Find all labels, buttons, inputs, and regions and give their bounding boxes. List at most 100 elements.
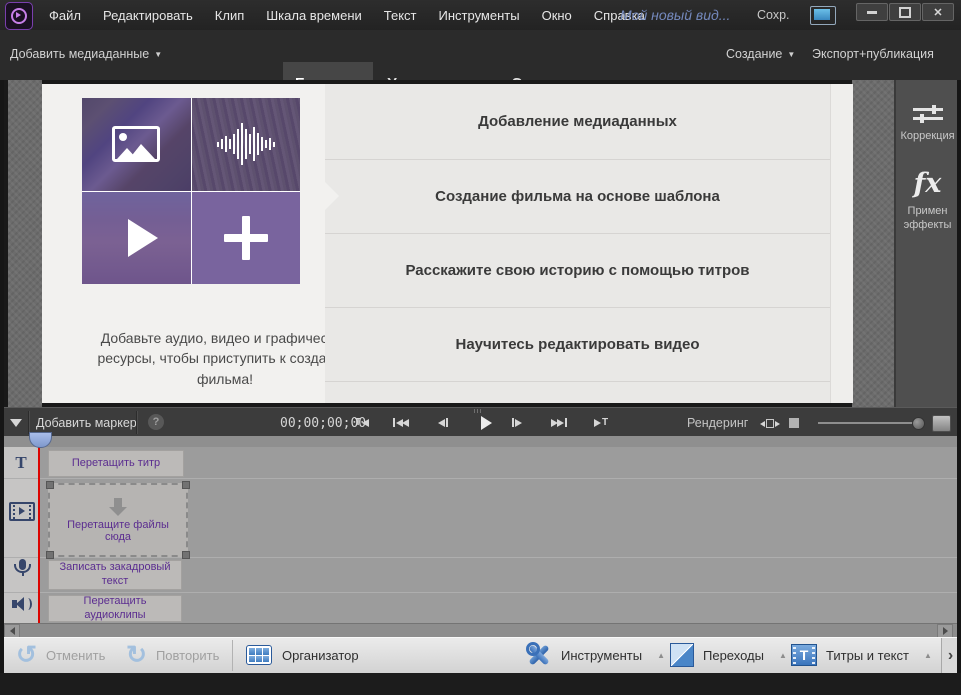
panel-edge-texture-right xyxy=(852,80,894,407)
redo-icon: ↻ xyxy=(126,645,147,665)
menu-edit[interactable]: Редактировать xyxy=(102,8,194,23)
timeline-scrollbar[interactable] xyxy=(4,623,957,638)
fx-icon: fx xyxy=(896,168,959,199)
audio-tile xyxy=(192,98,301,191)
go-to-out-marker-button[interactable]: T xyxy=(594,418,608,427)
menu-window[interactable]: Окно xyxy=(541,8,573,23)
list-item-add-media[interactable]: Добавление медиаданных xyxy=(325,84,830,160)
adjust-sliders-icon xyxy=(913,108,943,120)
document-title: Мой новый вид... xyxy=(620,7,730,23)
redo-button[interactable]: ↻ Повторить xyxy=(126,638,219,672)
list-item-learn-editing[interactable]: Научитесь редактировать видео xyxy=(325,308,830,382)
sidebar-item-effects[interactable]: fx Примен эффекты xyxy=(896,168,959,233)
undo-button[interactable]: ↺ Отменить xyxy=(16,638,105,672)
mode-toolbar: Добавить медиаданные ▼ Быстрое Управляем… xyxy=(0,30,961,82)
timeline-tracks: T Перетащить титр Перетащите файл xyxy=(4,447,957,623)
timeline-toolbar: Добавить маркер ? 00;00;00;00 T T Рендер… xyxy=(0,407,961,437)
step-back-button[interactable] xyxy=(438,418,448,427)
video-track-dropzone[interactable]: Перетащите файлы сюда xyxy=(48,483,188,557)
narration-track-hint[interactable]: Записать закадровый текст xyxy=(48,560,182,590)
menu-text[interactable]: Текст xyxy=(383,8,418,23)
video-tile xyxy=(82,192,191,285)
close-button[interactable]: ✕ xyxy=(922,3,954,21)
drop-arrow-icon xyxy=(109,498,127,516)
menu-clip[interactable]: Клип xyxy=(214,8,245,23)
getting-started-list: Добавление медиаданных Создание фильма н… xyxy=(325,84,830,403)
window-frame-left xyxy=(0,80,4,673)
title-track-hint[interactable]: Перетащить титр xyxy=(48,450,184,477)
menu-tools[interactable]: Инструменты xyxy=(438,8,521,23)
microphone-icon[interactable] xyxy=(14,559,31,576)
organizer-button[interactable]: Организатор xyxy=(246,638,359,672)
chevron-up-icon: ▲ xyxy=(924,651,932,660)
tools-icon xyxy=(526,642,552,668)
title-track-icon[interactable]: T xyxy=(4,453,38,473)
premiere-elements-window: Файл Редактировать Клип Шкала времени Те… xyxy=(0,0,961,695)
organizer-icon xyxy=(246,645,272,665)
playhead-line xyxy=(38,447,40,623)
chevron-up-icon: ▲ xyxy=(779,651,787,660)
zoom-fit-icon[interactable] xyxy=(760,419,780,428)
panel-grip[interactable] xyxy=(474,409,481,413)
go-to-in-marker-button[interactable]: T xyxy=(355,418,369,427)
zoom-square-icon[interactable] xyxy=(789,418,799,428)
menu-timeline[interactable]: Шкала времени xyxy=(265,8,363,23)
render-button[interactable]: Рендеринг xyxy=(687,416,748,430)
zoom-slider-handle[interactable] xyxy=(912,417,925,430)
go-to-end-button[interactable] xyxy=(551,418,567,427)
panel-edge-texture-left xyxy=(8,80,42,407)
titles-text-button[interactable]: T Титры и текст ▲ xyxy=(791,638,932,672)
photo-tile xyxy=(82,98,191,191)
title-bar: Файл Редактировать Клип Шкала времени Те… xyxy=(0,0,961,31)
add-media-button[interactable]: Добавить медиаданные ▼ xyxy=(10,30,162,78)
sidebar-item-adjust[interactable]: Коррекция xyxy=(896,102,959,144)
maximize-button[interactable] xyxy=(889,3,921,21)
zoom-slider-track[interactable] xyxy=(818,422,920,424)
chevron-up-icon: ▲ xyxy=(657,651,665,660)
screen-monitor-icon[interactable] xyxy=(810,6,836,25)
marker-dropdown-icon[interactable] xyxy=(10,419,22,427)
play-button[interactable] xyxy=(481,416,492,430)
help-button[interactable]: ? xyxy=(148,414,164,430)
window-frame-right xyxy=(957,80,961,673)
add-media-dropzone[interactable] xyxy=(82,98,300,284)
app-logo-icon xyxy=(5,2,33,30)
create-button[interactable]: Создание ▼ xyxy=(726,30,795,78)
undo-icon: ↺ xyxy=(16,645,37,665)
action-sidebar: Коррекция fx Примен эффекты xyxy=(894,80,959,407)
image-icon xyxy=(112,126,160,162)
scroll-right-button[interactable] xyxy=(937,624,953,638)
export-publish-button[interactable]: Экспорт+публикация xyxy=(812,30,934,78)
monitor-panel: Добавьте аудио, видео и графические ресу… xyxy=(0,80,961,407)
welcome-caption: Добавьте аудио, видео и графические ресу… xyxy=(88,328,362,389)
list-item-movie-template[interactable]: Создание фильма на основе шаблона xyxy=(325,160,830,234)
list-scroll-gutter xyxy=(830,84,853,403)
go-to-start-button[interactable] xyxy=(393,418,409,427)
video-track-icon[interactable] xyxy=(9,502,35,521)
play-icon xyxy=(128,219,158,257)
zoom-in-button[interactable] xyxy=(932,415,951,432)
tools-button[interactable]: Инструменты ▲ xyxy=(526,638,665,672)
audio-track-hint[interactable]: Перетащить аудиоклипы xyxy=(48,595,182,622)
bottom-action-bar: ↺ Отменить ↻ Повторить Организатор Инстр… xyxy=(0,637,961,675)
transitions-icon xyxy=(670,643,694,667)
pointer-notch xyxy=(325,182,339,210)
add-marker-button[interactable]: Добавить маркер xyxy=(36,416,137,430)
transitions-button[interactable]: Переходы ▲ xyxy=(670,638,787,672)
minimize-button[interactable] xyxy=(856,3,888,21)
track-header-column: T xyxy=(4,447,39,623)
menu-file[interactable]: Файл xyxy=(48,8,82,23)
chevron-down-icon: ▼ xyxy=(787,50,795,59)
window-frame-bottom xyxy=(0,673,961,695)
list-item-story-titles[interactable]: Расскажите свою историю с помощью титров xyxy=(325,234,830,308)
titles-icon: T xyxy=(791,644,817,666)
speaker-icon[interactable] xyxy=(12,597,32,611)
scroll-left-button[interactable] xyxy=(4,624,20,638)
timecode-display[interactable]: 00;00;00;00 xyxy=(280,416,366,431)
add-tile xyxy=(192,192,301,285)
welcome-panel: Добавьте аудио, видео и графические ресу… xyxy=(42,84,325,403)
save-button[interactable]: Сохр. xyxy=(757,8,790,22)
step-forward-button[interactable] xyxy=(512,418,522,427)
chevron-down-icon: ▼ xyxy=(154,50,162,59)
waveform-icon xyxy=(217,123,275,165)
